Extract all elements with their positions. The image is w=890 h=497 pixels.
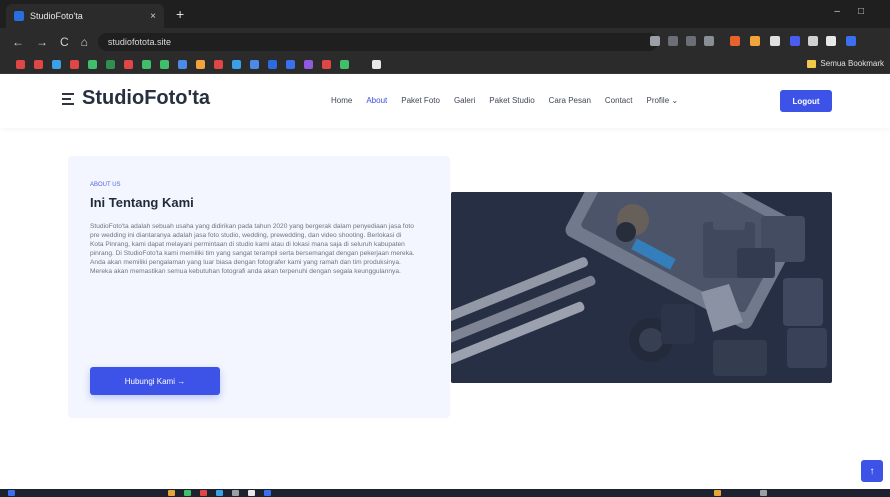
menu-icon[interactable] <box>62 90 74 108</box>
extension-icon[interactable] <box>730 36 740 46</box>
section-heading: Ini Tentang Kami <box>90 195 194 210</box>
bookmark-icon[interactable] <box>124 60 133 69</box>
url-text: studiofotota.site <box>107 37 171 47</box>
bookmark-icon[interactable] <box>250 60 259 69</box>
scroll-top-button[interactable]: ↑ <box>861 460 883 482</box>
back-icon[interactable]: ← <box>12 35 24 49</box>
tray-icon[interactable] <box>714 490 721 496</box>
bookmark-icon[interactable] <box>34 60 43 69</box>
logout-button[interactable]: Logout <box>780 90 832 112</box>
about-photo <box>451 192 832 383</box>
extension-icon[interactable] <box>790 36 800 46</box>
share-icon[interactable] <box>686 36 696 46</box>
home-icon[interactable]: ⌂ <box>81 35 88 49</box>
menu-item-profile[interactable]: Profile ⌄ <box>646 96 678 105</box>
taskbar-app-icon[interactable] <box>216 490 223 496</box>
all-bookmarks-label: Semua Bookmark <box>820 59 884 68</box>
menu-item-paket-studio[interactable]: Paket Studio <box>489 96 534 105</box>
reload-icon[interactable]: C <box>60 35 69 49</box>
all-bookmarks[interactable]: Semua Bookmark <box>807 59 884 68</box>
about-card: ABOUT US Ini Tentang Kami StudioFoto'ta … <box>68 156 450 418</box>
puzzle-icon[interactable] <box>808 36 818 46</box>
bookmark-icon[interactable] <box>142 60 151 69</box>
bookmark-icon[interactable] <box>70 60 79 69</box>
taskbar-app-icon[interactable] <box>184 490 191 496</box>
address-bar[interactable]: studiofotota.site <box>97 33 658 51</box>
tab-title: StudioFoto'ta <box>30 11 83 21</box>
menu-item-paket-foto[interactable]: Paket Foto <box>401 96 440 105</box>
star-icon[interactable] <box>704 36 714 46</box>
bookmark-icon[interactable] <box>286 60 295 69</box>
window-controls[interactable]: –□ <box>834 6 882 17</box>
bookmark-icon[interactable] <box>268 60 277 69</box>
os-taskbar <box>0 489 890 497</box>
sidebar-icon[interactable] <box>826 36 836 46</box>
bookmark-icon[interactable] <box>304 60 313 69</box>
bookmark-icon[interactable] <box>16 60 25 69</box>
browser-tab-strip: StudioFoto'ta × + –□ <box>0 0 890 28</box>
bookmark-icon[interactable] <box>232 60 241 69</box>
menu-item-cara-pesan[interactable]: Cara Pesan <box>549 96 591 105</box>
bookmark-icon[interactable] <box>88 60 97 69</box>
site-menu: Home About Paket Foto Galeri Paket Studi… <box>331 96 692 105</box>
bookmark-icon[interactable] <box>196 60 205 69</box>
forward-icon[interactable]: → <box>36 35 48 49</box>
taskbar-app-icon[interactable] <box>200 490 207 496</box>
site-favicon-icon <box>14 11 24 21</box>
bookmarks-bar: Semua Bookmark <box>0 56 890 74</box>
bookmark-icon[interactable] <box>214 60 223 69</box>
taskbar-app-icon[interactable] <box>232 490 239 496</box>
browser-tab[interactable]: StudioFoto'ta × <box>6 4 164 28</box>
extension-icon[interactable] <box>770 36 780 46</box>
extension-icon[interactable] <box>750 36 760 46</box>
tray-icon[interactable] <box>760 490 767 496</box>
site-brand[interactable]: StudioFoto'ta <box>62 87 210 110</box>
menu-item-home[interactable]: Home <box>331 96 352 105</box>
tab-close-icon[interactable]: × <box>150 11 156 22</box>
key-icon[interactable] <box>650 36 660 46</box>
contact-us-button[interactable]: Hubungi Kami → <box>90 367 220 395</box>
bookmark-icon[interactable] <box>178 60 187 69</box>
taskbar-app-icon[interactable] <box>168 490 175 496</box>
profile-avatar-icon[interactable] <box>846 36 856 46</box>
section-eyebrow: ABOUT US <box>90 182 121 188</box>
menu-item-contact[interactable]: Contact <box>605 96 633 105</box>
bookmark-icon[interactable] <box>340 60 349 69</box>
taskbar-app-icon[interactable] <box>248 490 255 496</box>
menu-item-about[interactable]: About <box>366 96 387 105</box>
translate-icon[interactable] <box>668 36 678 46</box>
taskbar-app-icon[interactable] <box>264 490 271 496</box>
bookmark-icon[interactable] <box>372 60 381 69</box>
about-paragraph: StudioFoto'ta adalah sebuah usaha yang d… <box>90 223 415 276</box>
folder-icon <box>807 59 817 68</box>
brand-name: StudioFoto'ta <box>82 87 211 109</box>
new-tab-icon[interactable]: + <box>176 6 184 22</box>
bookmark-icon[interactable] <box>52 60 61 69</box>
start-icon[interactable] <box>8 490 15 496</box>
bookmark-icon[interactable] <box>106 60 115 69</box>
site-navbar: StudioFoto'ta Home About Paket Foto Gale… <box>0 74 890 128</box>
bookmark-icon[interactable] <box>322 60 331 69</box>
bookmark-icon[interactable] <box>160 60 169 69</box>
menu-item-galeri[interactable]: Galeri <box>454 96 475 105</box>
